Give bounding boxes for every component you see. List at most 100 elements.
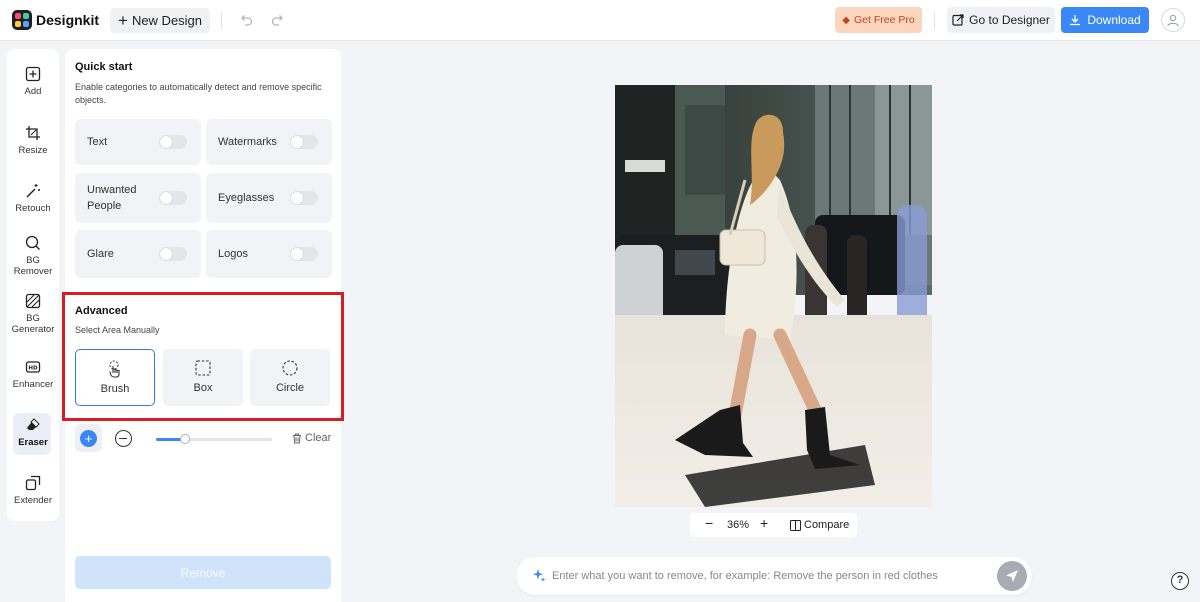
text-toggle[interactable]	[159, 135, 187, 149]
category-watermarks[interactable]: Watermarks	[206, 119, 332, 165]
diamond-icon: ◆	[842, 14, 850, 26]
category-unwanted-people[interactable]: Unwanted People	[75, 173, 201, 223]
clear-button[interactable]: Clear	[292, 432, 331, 444]
go-designer-label: Go to Designer	[969, 13, 1050, 27]
rail-item-eraser[interactable]: Eraser	[7, 413, 59, 455]
tool-label: Brush	[100, 383, 130, 395]
user-avatar[interactable]	[1161, 8, 1185, 32]
app-name: Designkit	[36, 12, 100, 28]
unwanted-people-toggle[interactable]	[159, 191, 187, 205]
slider-knob[interactable]	[180, 434, 190, 444]
category-label: Logos	[218, 248, 248, 260]
advanced-title: Advanced	[75, 305, 128, 317]
rail-item-label: Resize	[18, 145, 48, 156]
get-pro-label: Get Free Pro	[854, 14, 915, 26]
dashed-circle-icon	[282, 360, 298, 376]
trash-icon	[293, 433, 301, 443]
download-icon	[1070, 15, 1081, 26]
divider	[221, 12, 222, 30]
increase-brush-size-button[interactable]: +	[80, 430, 97, 447]
category-glare[interactable]: Glare	[75, 230, 201, 278]
extender-icon	[25, 475, 41, 491]
svg-text:HD: HD	[28, 366, 38, 372]
rail-item-label: Add	[24, 86, 42, 97]
category-label: Unwanted People	[87, 184, 137, 212]
eraser-icon	[27, 418, 40, 430]
logos-toggle[interactable]	[290, 247, 318, 261]
rail-item-label: BG Remover	[13, 255, 53, 277]
rail-item-label: Eraser	[18, 437, 48, 448]
dashed-square-icon	[195, 360, 211, 376]
zoom-in-button[interactable]: +	[760, 515, 768, 531]
zoom-out-button[interactable]: −	[705, 515, 713, 531]
watermarks-toggle[interactable]	[290, 135, 318, 149]
get-free-pro-button[interactable]: ◆ Get Free Pro	[835, 7, 922, 33]
rail-item-add[interactable]: Add	[7, 66, 59, 97]
designkit-logo-icon	[12, 10, 32, 30]
category-label: Eyeglasses	[218, 192, 275, 204]
eraser-settings-panel: Quick start Enable categories to automat…	[62, 49, 344, 602]
circle-tool-button[interactable]: Circle	[250, 349, 330, 406]
compare-button[interactable]: Compare	[790, 519, 849, 531]
category-label: Watermarks	[218, 136, 277, 148]
send-icon	[1006, 570, 1018, 582]
category-eyeglasses[interactable]: Eyeglasses	[206, 173, 332, 223]
advanced-description: Select Area Manually	[75, 325, 160, 335]
brush-size-slider[interactable]	[156, 434, 272, 444]
magic-wand-icon	[26, 184, 40, 198]
rail-item-retouch[interactable]: Retouch	[7, 183, 59, 214]
send-button[interactable]	[997, 561, 1027, 591]
decrease-brush-size-button[interactable]	[115, 430, 132, 447]
zoom-level: 36%	[727, 519, 750, 531]
rail-item-bg-remover[interactable]: BG Remover	[7, 235, 59, 277]
box-tool-button[interactable]: Box	[163, 349, 243, 406]
category-label: Text	[87, 136, 108, 148]
user-icon	[1167, 14, 1179, 27]
undo-icon[interactable]	[238, 12, 254, 28]
rail-item-extender[interactable]: Extender	[7, 475, 59, 506]
go-to-designer-button[interactable]: Go to Designer	[947, 7, 1055, 33]
bg-remover-icon	[25, 235, 40, 250]
new-design-label: New Design	[131, 13, 203, 28]
category-logos[interactable]: Logos	[206, 230, 332, 278]
brush-hand-icon	[109, 360, 120, 378]
plus-icon: +	[118, 11, 128, 30]
remove-button[interactable]: Remove	[75, 556, 331, 589]
bg-generator-icon	[25, 293, 41, 309]
external-link-icon	[952, 14, 964, 26]
download-label: Download	[1087, 13, 1141, 27]
category-label: Glare	[87, 248, 114, 260]
rail-item-label: Extender	[13, 495, 53, 506]
sparkle-icon	[533, 569, 546, 582]
top-bar: Designkit + New Design ◆ Get Free Pro Go…	[0, 0, 1200, 41]
redo-icon[interactable]	[270, 12, 286, 28]
add-box-icon	[25, 66, 41, 82]
rail-item-bg-generator[interactable]: BG Generator	[7, 293, 59, 335]
compare-icon	[790, 519, 801, 531]
new-design-button[interactable]: + New Design	[110, 8, 211, 33]
glare-toggle[interactable]	[159, 247, 187, 261]
help-button[interactable]: ?	[1171, 572, 1189, 590]
crop-icon	[26, 126, 40, 140]
app-logo[interactable]: Designkit	[12, 10, 99, 30]
brush-tool-button[interactable]: Brush	[75, 349, 155, 406]
download-button[interactable]: Download	[1061, 7, 1149, 33]
eyeglasses-toggle[interactable]	[290, 191, 318, 205]
rail-item-label: Enhancer	[12, 379, 54, 390]
prompt-input[interactable]	[552, 567, 982, 585]
prompt-bar	[516, 557, 1032, 595]
rail-item-enhancer[interactable]: HD Enhancer	[7, 359, 59, 390]
hd-icon: HD	[25, 361, 41, 373]
brush-size-controls: + Clear	[75, 424, 335, 452]
category-text[interactable]: Text	[75, 119, 201, 165]
tool-rail: Add Resize Retouch BG Remover BG Generat…	[7, 49, 59, 521]
tool-label: Circle	[275, 382, 305, 394]
rail-item-label: BG Generator	[11, 313, 55, 335]
canvas-photo[interactable]	[615, 85, 932, 507]
divider	[934, 12, 935, 30]
rail-item-resize[interactable]: Resize	[7, 125, 59, 156]
zoom-bar: − 36% + Compare	[690, 513, 857, 537]
compare-label: Compare	[804, 519, 850, 531]
quick-start-title: Quick start	[75, 61, 133, 73]
quick-start-description: Enable categories to automatically detec…	[75, 82, 322, 105]
